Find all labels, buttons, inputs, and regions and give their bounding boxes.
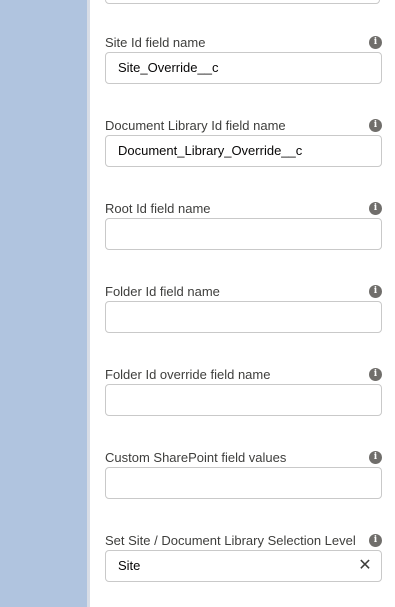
site-id-input[interactable]: Site_Override__c <box>105 52 382 84</box>
info-icon[interactable]: i <box>369 285 382 298</box>
page: Site Id field name i Site_Override__c Do… <box>0 0 395 607</box>
info-icon[interactable]: i <box>369 534 382 547</box>
site-id-label: Site Id field name <box>105 35 206 50</box>
previous-field-input[interactable] <box>105 0 380 4</box>
folder-id-override-input[interactable] <box>105 384 382 416</box>
info-icon[interactable]: i <box>369 451 382 464</box>
selection-level-label: Set Site / Document Library Selection Le… <box>105 533 356 548</box>
info-icon[interactable]: i <box>369 36 382 49</box>
left-rail <box>0 0 87 607</box>
info-icon[interactable]: i <box>369 119 382 132</box>
folder-id-input[interactable] <box>105 301 382 333</box>
custom-sharepoint-label: Custom SharePoint field values <box>105 450 287 465</box>
root-id-input[interactable] <box>105 218 382 250</box>
document-library-id-input[interactable]: Document_Library_Override__c <box>105 135 382 167</box>
document-library-id-label: Document Library Id field name <box>105 118 286 133</box>
root-id-label: Root Id field name <box>105 201 211 216</box>
custom-sharepoint-input[interactable] <box>105 467 382 499</box>
selection-level-value: Site <box>118 558 141 573</box>
info-icon[interactable]: i <box>369 368 382 381</box>
folder-id-label: Folder Id field name <box>105 284 220 299</box>
info-icon[interactable]: i <box>369 202 382 215</box>
close-icon[interactable]: ✕ <box>358 558 372 574</box>
settings-panel: Site Id field name i Site_Override__c Do… <box>90 0 395 607</box>
folder-id-override-label: Folder Id override field name <box>105 367 271 382</box>
selection-level-input[interactable]: Site ✕ <box>105 550 382 582</box>
